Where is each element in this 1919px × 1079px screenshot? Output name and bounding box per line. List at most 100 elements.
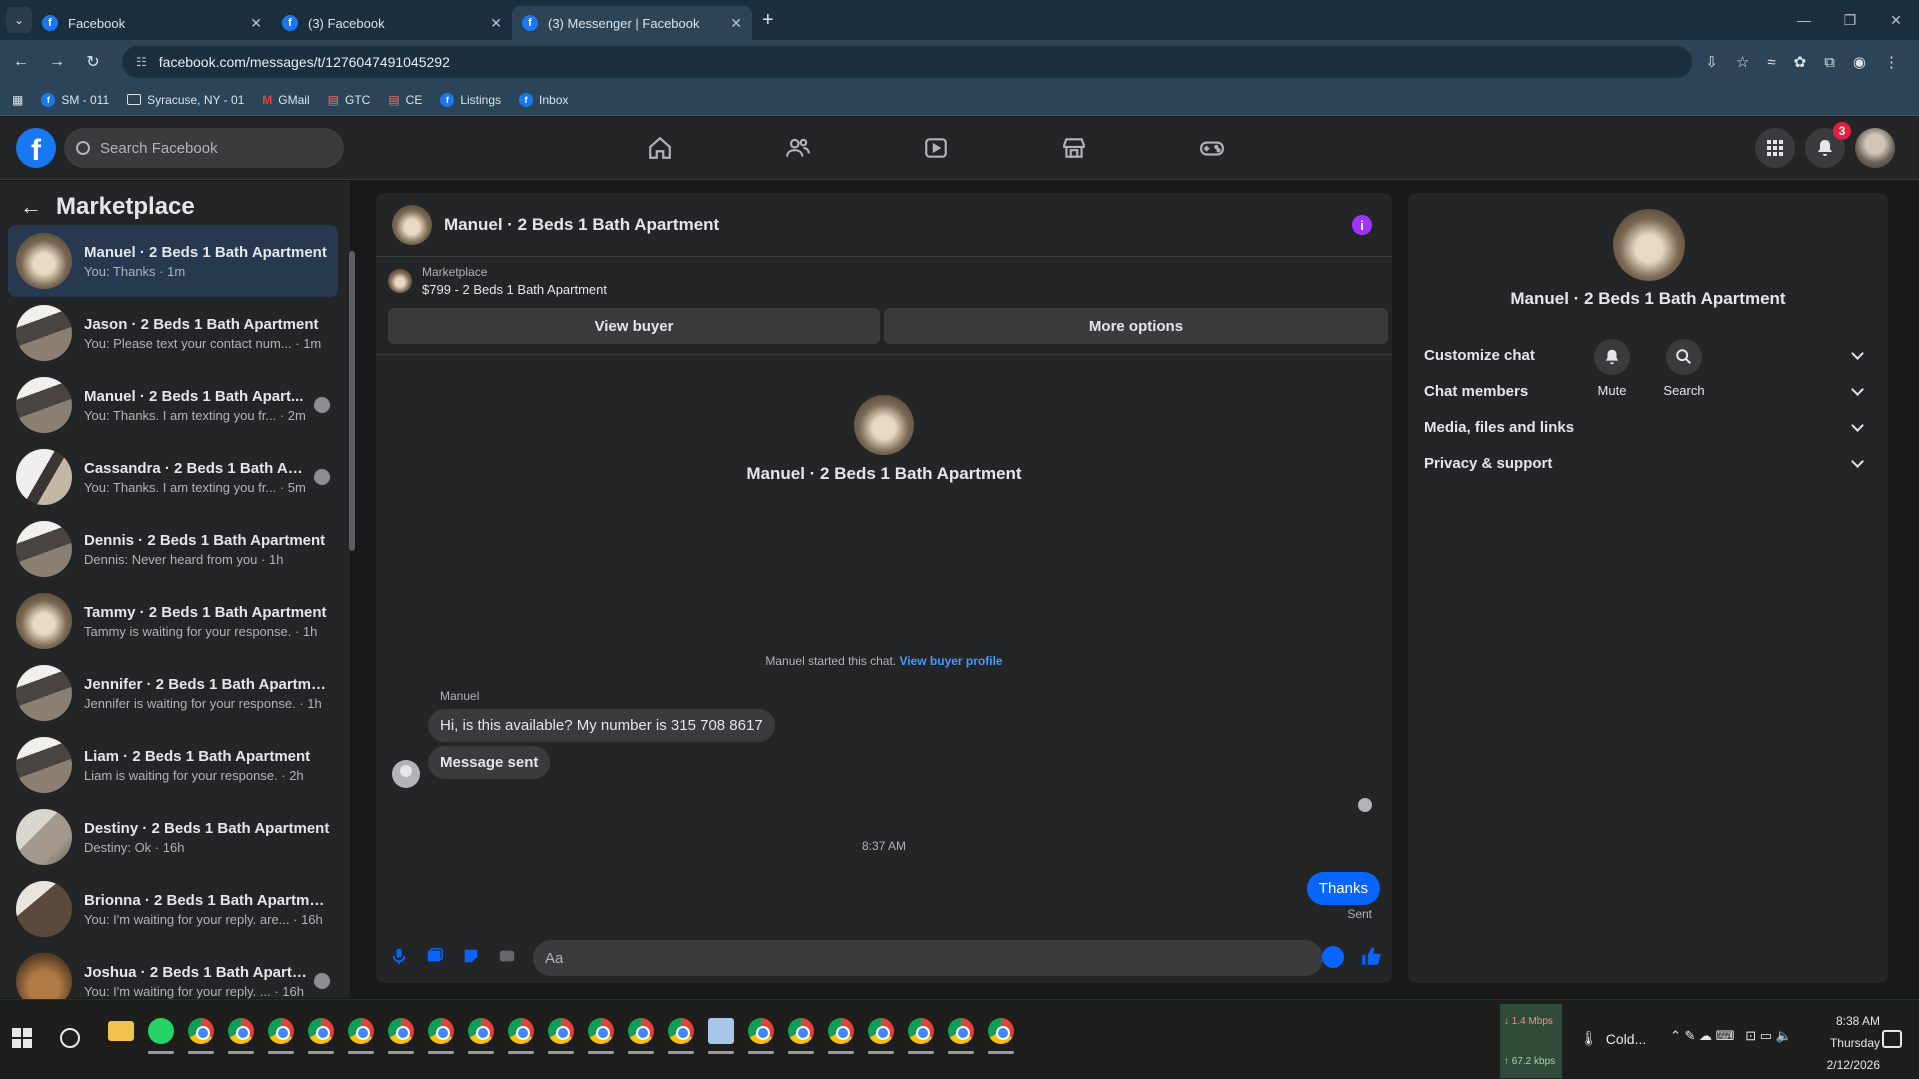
chat-title[interactable]: Manuel · 2 Beds 1 Bath Apartment — [444, 215, 719, 235]
site-info-icon[interactable]: ☷ — [136, 55, 147, 69]
restore-icon[interactable]: ❐ — [1827, 12, 1873, 29]
extensions-puzzle-icon[interactable]: ⧉ — [1824, 54, 1835, 71]
notepad-icon[interactable] — [708, 1018, 734, 1054]
cookie-extension-icon[interactable]: ✿ — [1794, 53, 1807, 71]
forward-icon[interactable]: → — [42, 53, 72, 71]
search-input[interactable]: Search Facebook — [64, 128, 344, 168]
profile-avatar[interactable] — [1855, 128, 1895, 168]
conversation-item[interactable]: Cassandra · 2 Beds 1 Bath Apa... You: Tha… — [8, 441, 338, 513]
chrome-icon[interactable] — [548, 1018, 574, 1054]
chrome-icon[interactable] — [748, 1018, 774, 1054]
conversation-item[interactable]: Brionna · 2 Beds 1 Bath Apartme... You: I… — [8, 873, 338, 945]
install-app-icon[interactable]: ⇩ — [1705, 53, 1718, 71]
listing-summary[interactable]: Marketplace $799 - 2 Beds 1 Bath Apartme… — [388, 265, 607, 297]
taskbar-clock[interactable]: 8:38 AM Thursday 2/12/2026 — [1780, 1010, 1880, 1076]
gif-icon[interactable] — [496, 945, 518, 967]
friends-icon[interactable] — [778, 128, 818, 168]
bookmark-sm-011[interactable]: f SM - 011 — [41, 92, 109, 107]
conversation-item[interactable]: Manuel · 2 Beds 1 Bath Apartment You: Tha… — [8, 225, 338, 297]
chrome-icon[interactable] — [828, 1018, 854, 1054]
view-buyer-button[interactable]: View buyer — [388, 308, 880, 344]
windows-start-icon[interactable] — [12, 1028, 32, 1048]
back-icon[interactable]: ← — [6, 53, 36, 71]
chrome-icon[interactable] — [228, 1018, 254, 1054]
url-bar[interactable]: ☷ facebook.com/messages/t/12760474910452… — [122, 46, 1692, 78]
bookmark-gtc[interactable]: ▤ GTC — [328, 93, 371, 107]
bookmark-ce[interactable]: ▤ CE — [388, 93, 422, 107]
video-icon[interactable] — [916, 128, 956, 168]
chrome-icon[interactable] — [508, 1018, 534, 1054]
conversation-item[interactable]: Tammy · 2 Beds 1 Bath Apartment Tammy is … — [8, 585, 338, 657]
close-window-icon[interactable]: ✕ — [1873, 12, 1919, 29]
minimize-icon[interactable]: — — [1781, 12, 1827, 28]
chrome-icon[interactable] — [908, 1018, 934, 1054]
sticker-icon[interactable] — [460, 945, 482, 967]
chrome-icon[interactable] — [348, 1018, 374, 1054]
conversation-item[interactable]: Liam · 2 Beds 1 Bath Apartment Liam is wa… — [8, 729, 338, 801]
chrome-icon[interactable] — [428, 1018, 454, 1054]
incoming-message[interactable]: Message sent — [428, 746, 551, 779]
conversation-item[interactable]: Manuel · 2 Beds 1 Bath Apart... You: Than… — [8, 369, 338, 441]
info-icon[interactable]: i — [1352, 215, 1372, 235]
taskbar-search-icon[interactable] — [60, 1028, 80, 1048]
menu-icon[interactable]: ⋮ — [1884, 53, 1899, 71]
sidebar-scrollbar[interactable] — [348, 231, 356, 1011]
reload-icon[interactable]: ↻ — [78, 52, 108, 72]
message-input[interactable]: Aa — [533, 940, 1323, 976]
marketplace-icon[interactable] — [1054, 128, 1094, 168]
browser-tab-1[interactable]: f Facebook ✕ — [32, 6, 272, 40]
bookmark-star-icon[interactable]: ☆ — [1736, 53, 1749, 71]
close-tab-icon[interactable]: ✕ — [250, 15, 262, 32]
conversation-item[interactable]: Dennis · 2 Beds 1 Bath Apartment Dennis: … — [8, 513, 338, 585]
notification-center-icon[interactable] — [1882, 1030, 1902, 1048]
outgoing-message[interactable]: Thanks — [1306, 872, 1380, 905]
menu-grid-icon[interactable] — [1755, 128, 1795, 168]
profile-icon[interactable]: ◉ — [1853, 53, 1866, 71]
chrome-icon[interactable] — [868, 1018, 894, 1054]
chrome-icon[interactable] — [588, 1018, 614, 1054]
chrome-icon[interactable] — [948, 1018, 974, 1054]
home-icon[interactable] — [640, 128, 680, 168]
close-tab-icon[interactable]: ✕ — [730, 15, 742, 32]
facebook-logo-icon[interactable]: f — [16, 128, 56, 168]
chrome-icon[interactable] — [668, 1018, 694, 1054]
tab-search-button[interactable]: ⌄ — [6, 7, 32, 33]
apps-grid-icon[interactable]: ▦ — [12, 93, 23, 107]
bookmark-gmail[interactable]: M GMail — [262, 93, 309, 107]
view-buyer-profile-link[interactable]: View buyer profile — [899, 654, 1002, 668]
photo-icon[interactable] — [424, 945, 446, 967]
gaming-icon[interactable] — [1192, 128, 1232, 168]
bookmark-listings[interactable]: f Listings — [440, 92, 501, 107]
chrome-icon[interactable] — [788, 1018, 814, 1054]
chrome-icon[interactable] — [468, 1018, 494, 1054]
bookmark-syracuse[interactable]: Syracuse, NY - 01 — [127, 93, 244, 107]
chat-avatar[interactable] — [392, 204, 432, 245]
microphone-icon[interactable] — [388, 945, 410, 967]
chrome-icon[interactable] — [388, 1018, 414, 1054]
notifications-bell-icon[interactable]: 3 — [1805, 122, 1851, 168]
weather-widget[interactable]: 🌡 Cold... — [1580, 1030, 1646, 1047]
more-options-button[interactable]: More options — [884, 308, 1388, 344]
system-tray[interactable]: ⌃ ✎ ☁ ⌨ ⊡ ▭ 🔈 — [1670, 1028, 1792, 1044]
privacy-support-section[interactable]: Privacy & support — [1424, 441, 1872, 485]
whatsapp-icon[interactable] — [148, 1018, 174, 1054]
emoji-icon[interactable] — [1322, 946, 1344, 968]
incoming-message[interactable]: Hi, is this available? My number is 315 … — [428, 709, 775, 742]
thumbs-up-icon[interactable] — [1360, 945, 1382, 972]
conversation-item[interactable]: Jason · 2 Beds 1 Bath Apartment You: Plea… — [8, 297, 338, 369]
chrome-icon[interactable] — [268, 1018, 294, 1054]
browser-tab-3[interactable]: f (3) Messenger | Facebook ✕ — [512, 6, 752, 40]
browser-tab-2[interactable]: f (3) Facebook ✕ — [272, 6, 512, 40]
file-explorer-icon[interactable] — [108, 1021, 134, 1041]
new-tab-button[interactable]: + — [762, 9, 774, 32]
chrome-icon[interactable] — [308, 1018, 334, 1054]
chrome-icon[interactable] — [628, 1018, 654, 1054]
extension-icon[interactable]: ≈ — [1767, 54, 1775, 71]
scrollbar-thumb[interactable] — [349, 251, 355, 551]
chrome-icon[interactable] — [988, 1018, 1014, 1054]
back-arrow-icon[interactable]: ← — [20, 194, 42, 220]
close-tab-icon[interactable]: ✕ — [490, 15, 502, 32]
conversation-item[interactable]: Destiny · 2 Beds 1 Bath Apartment Destiny… — [8, 801, 338, 873]
bookmark-inbox[interactable]: f Inbox — [519, 92, 568, 107]
chrome-icon[interactable] — [188, 1018, 214, 1054]
